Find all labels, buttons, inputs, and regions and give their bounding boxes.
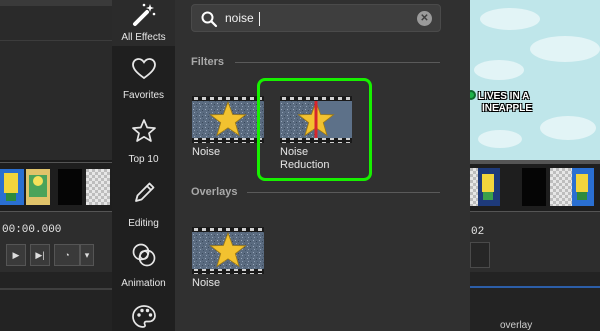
clip-frame [0, 169, 24, 205]
clip-frame-transparent [86, 169, 110, 205]
section-divider [247, 192, 440, 193]
editor-left-panel [0, 0, 112, 160]
editor-left-bottom [0, 272, 112, 331]
effects-panel: All Effects Favorites Top 10 Editing Ani… [112, 0, 470, 331]
next-frame-button[interactable]: ▶| [30, 244, 50, 266]
effect-thumbnail [192, 96, 264, 143]
sidebar-item-label: Favorites [122, 90, 165, 101]
timecode-display-right: 02 [471, 226, 485, 238]
sidebar-item-editing[interactable]: Editing [112, 178, 175, 229]
sidebar-item-palette[interactable] [112, 302, 175, 331]
timecode-display: 00:00.000 [2, 224, 62, 236]
preview-caption: LIVES IN A INEAPPLE [466, 90, 600, 115]
effect-thumbnail [192, 227, 264, 274]
timeline-clip-strip-right[interactable] [470, 164, 600, 212]
sidebar-item-favorites[interactable]: Favorites [112, 54, 175, 101]
timeline-clip-strip-left[interactable] [0, 162, 112, 212]
section-divider [235, 62, 440, 63]
effects-content: ✕ Filters [175, 0, 470, 331]
clip-frame-black [58, 169, 82, 205]
sidebar-item-label: Top 10 [128, 154, 159, 165]
editor-left-stripe [0, 0, 112, 6]
search-field[interactable]: ✕ [191, 4, 441, 32]
search-input[interactable] [225, 8, 410, 28]
clip-frame [572, 168, 594, 206]
magic-wand-icon [129, 0, 159, 30]
sidebar-item-label: All Effects [121, 32, 166, 43]
text-caret [259, 12, 260, 26]
effect-thumbnail-split [280, 96, 352, 143]
search-icon [201, 11, 218, 28]
speed-dial-button[interactable]: ◔ [54, 244, 80, 266]
track-divider-blue [470, 286, 600, 288]
clip-frame-black [522, 168, 546, 206]
effect-item-noise-overlay[interactable]: Noise [192, 227, 274, 290]
pencil-icon [129, 178, 159, 208]
video-preview [470, 0, 600, 160]
heart-icon [129, 54, 159, 84]
sidebar-item-label: Editing [128, 218, 159, 229]
sidebar-item-top-10[interactable]: Top 10 [112, 116, 175, 165]
track-divider [0, 288, 112, 290]
speed-dropdown-button[interactable]: ▾ [80, 244, 94, 266]
track-label: overlay [500, 320, 533, 331]
palette-icon [129, 302, 159, 331]
sidebar-item-all-effects[interactable]: All Effects [112, 0, 175, 46]
sidebar-item-label: Animation [121, 278, 166, 289]
play-button[interactable]: ▶ [6, 244, 26, 266]
clear-search-icon[interactable]: ✕ [417, 11, 432, 26]
sidebar-item-animation[interactable]: Animation [112, 240, 175, 289]
clip-frame [478, 168, 500, 206]
clip-frame-transparent [550, 168, 574, 206]
star-icon [129, 116, 159, 146]
clip-frame [26, 169, 50, 205]
editor-right-bottom: overlay [470, 272, 600, 331]
effect-name: Noise Reduction [280, 146, 330, 171]
editor-left-divider [0, 40, 112, 41]
caption-line-2: INEAPPLE [482, 103, 533, 114]
section-title-overlays: Overlays [191, 186, 238, 198]
effect-item-noise-reduction[interactable]: Noise Reduction [280, 96, 362, 172]
caption-line-1: LIVES IN A [478, 91, 530, 102]
section-title-filters: Filters [191, 56, 225, 68]
circles-icon [129, 240, 159, 270]
effect-name: Noise [192, 277, 221, 289]
effects-sidebar: All Effects Favorites Top 10 Editing Ani… [112, 0, 175, 331]
control-box[interactable] [470, 242, 490, 268]
